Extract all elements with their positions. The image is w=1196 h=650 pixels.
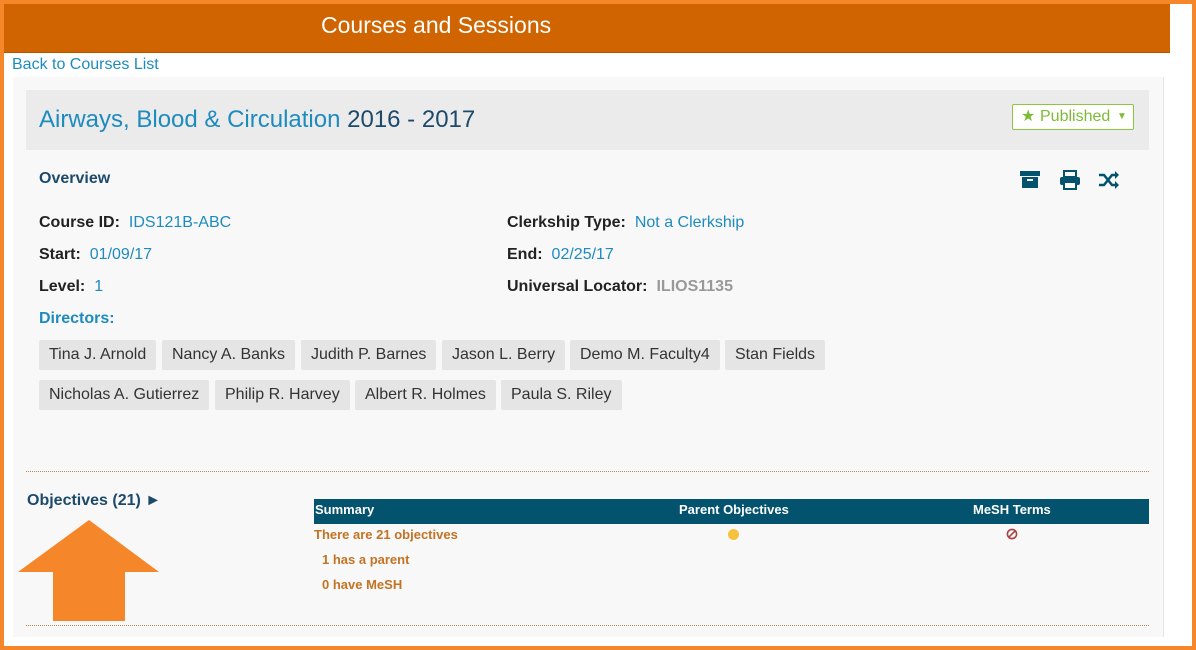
course-id-label: Course ID: (39, 214, 120, 231)
level-value[interactable]: 1 (94, 278, 103, 295)
caret-down-icon: ▼ (1117, 111, 1127, 122)
summary-total: There are 21 objectives (314, 527, 458, 542)
print-icon[interactable] (1059, 170, 1081, 190)
star-icon: ★ (1021, 108, 1036, 125)
director-chip: Nancy A. Banks (162, 340, 295, 370)
universal-locator-value: ILIOS1135 (656, 278, 733, 295)
course-id-field: Course ID: IDS121B-ABC (39, 214, 231, 232)
course-id-value[interactable]: IDS121B-ABC (129, 214, 231, 231)
summary-parent-count: 1 has a parent (322, 552, 410, 567)
director-chip: Judith P. Barnes (301, 340, 437, 370)
director-chip: Albert R. Holmes (355, 380, 496, 410)
director-chip: Tina J. Arnold (39, 340, 157, 370)
back-to-courses-link[interactable]: Back to Courses List (12, 56, 159, 74)
end-date-field: End: 02/25/17 (507, 246, 614, 264)
app-header: Courses and Sessions (4, 4, 1170, 53)
clerkship-type-value[interactable]: Not a Clerkship (635, 214, 744, 231)
director-chip: Stan Fields (725, 340, 826, 370)
objectives-toggle[interactable]: Objectives (21) ► (27, 492, 161, 510)
level-label: Level: (39, 278, 86, 295)
table-header: Summary Parent Objectives MeSH Terms (314, 499, 1149, 524)
parent-status-dot-icon (728, 529, 739, 540)
archive-icon[interactable] (1019, 170, 1041, 190)
universal-locator-label: Universal Locator: (507, 278, 648, 295)
clerkship-type-label: Clerkship Type: (507, 214, 626, 231)
directors-label[interactable]: Directors: (39, 310, 115, 328)
start-date-label: Start: (39, 246, 81, 263)
director-chip: Philip R. Harvey (215, 380, 350, 410)
course-title: Airways, Blood & Circulation 2016 - 2017 (39, 106, 475, 134)
column-header-parent-objectives: Parent Objectives (679, 502, 789, 517)
column-header-summary: Summary (315, 502, 375, 517)
director-chip: Jason L. Berry (442, 340, 566, 370)
start-date-value[interactable]: 01/09/17 (90, 246, 152, 263)
start-date-field: Start: 01/09/17 (39, 246, 152, 264)
course-year: 2016 - 2017 (347, 106, 476, 133)
end-date-label: End: (507, 246, 543, 263)
universal-locator-field: Universal Locator: ILIOS1135 (507, 278, 733, 296)
summary-mesh-count: 0 have MeSH (322, 577, 403, 592)
director-chip: Paula S. Riley (501, 380, 622, 410)
course-name[interactable]: Airways, Blood & Circulation (39, 106, 340, 133)
page-title: Courses and Sessions (321, 12, 552, 38)
clerkship-type-field: Clerkship Type: Not a Clerkship (507, 214, 744, 232)
column-header-mesh-terms: MeSH Terms (973, 502, 1051, 517)
overview-heading: Overview (39, 170, 111, 187)
section-divider (26, 625, 1149, 626)
director-chip: Demo M. Faculty4 (570, 340, 720, 370)
director-chip: Nicholas A. Gutierrez (39, 380, 210, 410)
ban-icon (1006, 528, 1018, 540)
end-date-value[interactable]: 02/25/17 (552, 246, 614, 263)
publish-status-dropdown[interactable]: ★ Published ▼ (1012, 104, 1134, 130)
annotation-arrow-icon (18, 520, 159, 621)
shuffle-icon[interactable] (1098, 170, 1120, 190)
section-divider (26, 471, 1149, 472)
level-field: Level: 1 (39, 278, 103, 296)
publish-status-label: Published (1040, 108, 1111, 125)
